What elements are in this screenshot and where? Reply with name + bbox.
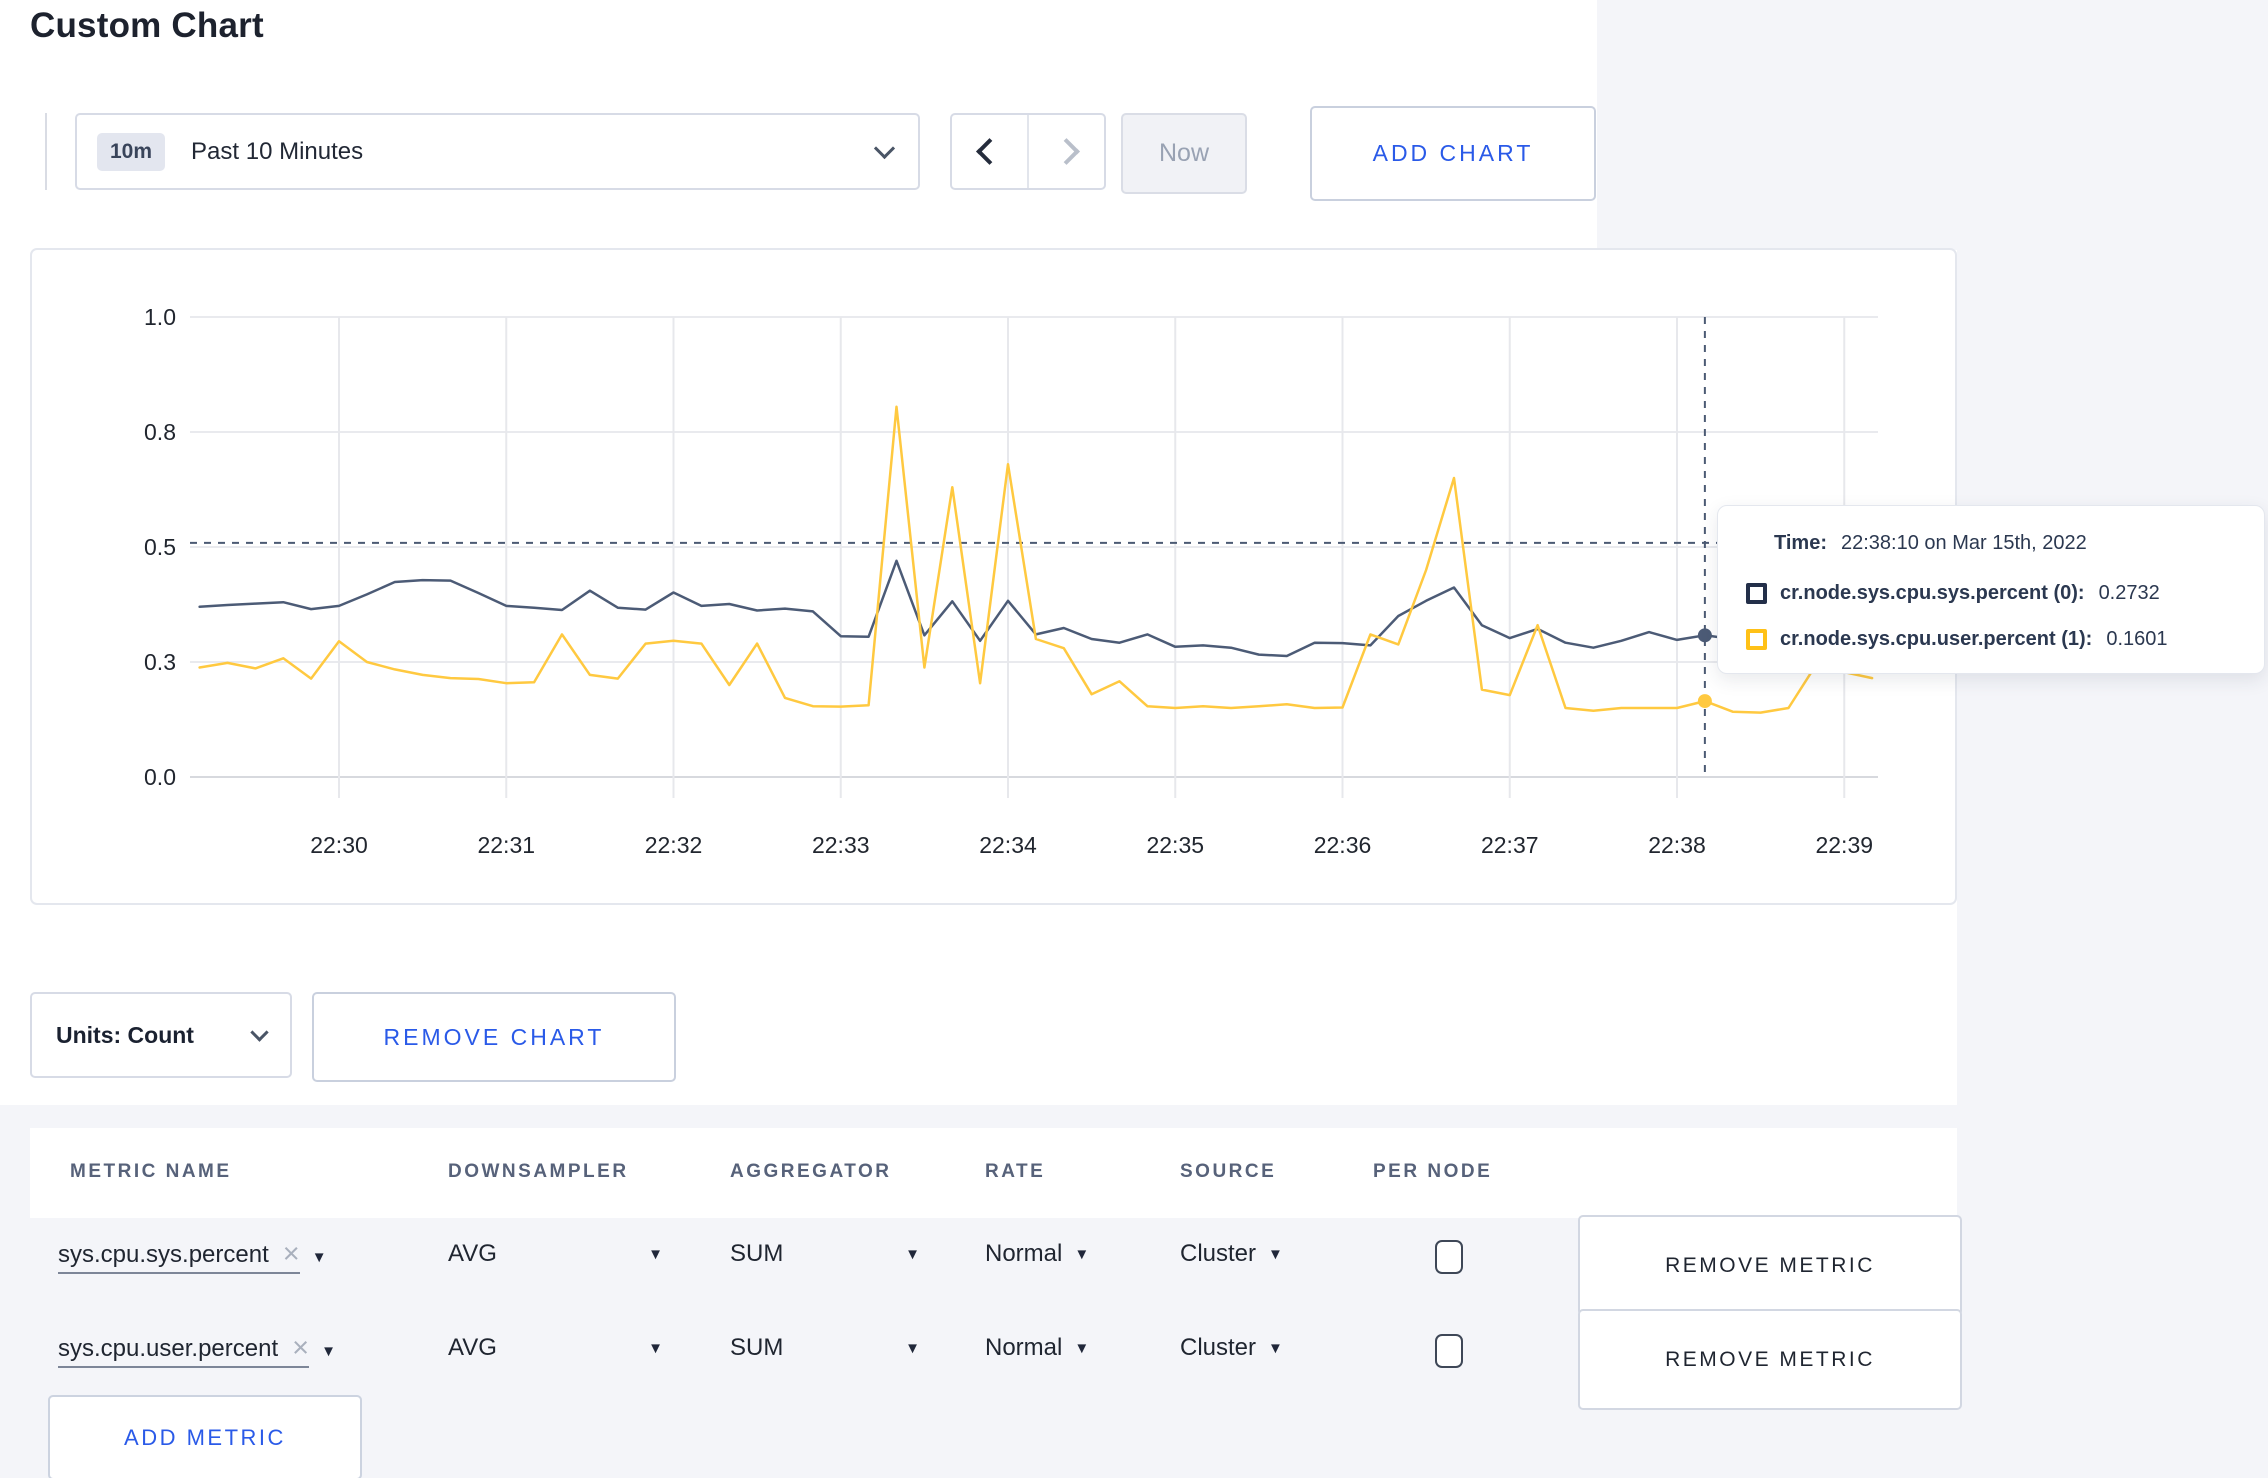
units-select[interactable]: Units: Count (30, 992, 292, 1078)
metric-name-select[interactable]: sys.cpu.user.percent × ▼ (58, 1334, 336, 1368)
table-header-aggregator: AGGREGATOR (730, 1161, 892, 1182)
add-metric-button[interactable]: ADD METRIC (48, 1395, 362, 1478)
tooltip-time-row: Time: 22:38:10 on Mar 15th, 2022 (1774, 532, 2087, 555)
caret-down-icon: ▼ (905, 1245, 920, 1263)
time-range-label: Past 10 Minutes (191, 137, 364, 165)
source-value: Cluster (1180, 1334, 1257, 1361)
table-header-rate: RATE (985, 1161, 1046, 1182)
downsampler-select[interactable]: AVG ▼ (448, 1240, 663, 1268)
series-swatch-sys (1746, 583, 1767, 604)
tooltip-series-row: cr.node.sys.cpu.sys.percent (0): 0.2732 (1746, 582, 2160, 605)
remove-metric-button[interactable]: REMOVE METRIC (1578, 1309, 1962, 1410)
caret-down-icon: ▼ (1074, 1245, 1090, 1263)
downsampler-select[interactable]: AVG ▼ (448, 1334, 663, 1362)
units-label: Units: Count (56, 1021, 194, 1048)
source-select[interactable]: Cluster ▼ (1180, 1240, 1283, 1268)
caret-down-icon: ▼ (1074, 1339, 1090, 1357)
custom-chart-page: Custom Chart 10m Past 10 Minutes Now ADD… (0, 0, 2268, 1478)
tooltip-time-label: Time: (1774, 532, 1827, 554)
source-select[interactable]: Cluster ▼ (1180, 1334, 1283, 1362)
chart-panel[interactable] (30, 248, 1957, 905)
downsampler-value: AVG (448, 1240, 497, 1267)
rate-value: Normal (985, 1334, 1063, 1361)
tooltip-series-value: 0.1601 (2106, 628, 2168, 650)
metrics-table-header: METRIC NAME DOWNSAMPLER AGGREGATOR RATE … (30, 1128, 1957, 1218)
time-step-buttons (950, 113, 1106, 190)
metric-row: sys.cpu.user.percent × ▼ AVG ▼ SUM ▼ Nor… (30, 1306, 1962, 1410)
caret-down-icon: ▼ (648, 1245, 663, 1263)
table-header-source: SOURCE (1180, 1161, 1277, 1182)
caret-down-icon: ▼ (648, 1339, 663, 1357)
tooltip-series-row: cr.node.sys.cpu.user.percent (1): 0.1601 (1746, 628, 2168, 651)
table-header-metric-name: METRIC NAME (70, 1161, 232, 1182)
caret-down-icon: ▼ (1268, 1245, 1283, 1263)
remove-metric-button[interactable]: REMOVE METRIC (1578, 1215, 1962, 1316)
chevron-down-icon (873, 137, 896, 160)
rate-select[interactable]: Normal ▼ (985, 1240, 1089, 1268)
caret-down-icon: ▼ (1268, 1339, 1283, 1357)
chart-tooltip: Time: 22:38:10 on Mar 15th, 2022 cr.node… (1717, 505, 2265, 674)
rate-select[interactable]: Normal ▼ (985, 1334, 1089, 1362)
aggregator-value: SUM (730, 1240, 784, 1267)
per-node-checkbox[interactable] (1435, 1334, 1463, 1368)
tooltip-series-value: 0.2732 (2098, 582, 2160, 604)
rate-value: Normal (985, 1240, 1063, 1267)
per-node-checkbox[interactable] (1435, 1240, 1463, 1274)
time-range-badge: 10m (97, 132, 166, 171)
chevron-right-icon (1053, 138, 1080, 165)
aggregator-select[interactable]: SUM ▼ (730, 1334, 920, 1362)
metric-name: sys.cpu.sys.percent (58, 1240, 269, 1268)
toolbar-divider (45, 113, 47, 190)
tooltip-time-value: 22:38:10 on Mar 15th, 2022 (1840, 532, 2087, 554)
aggregator-value: SUM (730, 1334, 784, 1361)
remove-x-icon[interactable]: × (283, 1240, 300, 1269)
source-value: Cluster (1180, 1240, 1257, 1267)
downsampler-value: AVG (448, 1334, 497, 1361)
caret-down-icon: ▼ (311, 1248, 327, 1266)
aggregator-select[interactable]: SUM ▼ (730, 1240, 920, 1268)
metric-row: sys.cpu.sys.percent × ▼ AVG ▼ SUM ▼ Norm… (30, 1212, 1962, 1316)
prev-time-button[interactable] (952, 115, 1029, 188)
remove-x-icon[interactable]: × (292, 1334, 309, 1363)
page-title: Custom Chart (30, 6, 264, 45)
table-header-downsampler: DOWNSAMPLER (448, 1161, 629, 1182)
metric-name-select[interactable]: sys.cpu.sys.percent × ▼ (58, 1240, 327, 1274)
caret-down-icon: ▼ (905, 1339, 920, 1357)
add-chart-button[interactable]: ADD CHART (1310, 106, 1596, 201)
remove-chart-button[interactable]: REMOVE CHART (312, 992, 676, 1082)
caret-down-icon: ▼ (321, 1342, 336, 1360)
tooltip-series-label: cr.node.sys.cpu.user.percent (1): (1780, 628, 2093, 650)
chevron-down-icon (250, 1022, 269, 1042)
metric-name: sys.cpu.user.percent (58, 1334, 279, 1362)
table-header-per-node: PER NODE (1373, 1161, 1493, 1182)
now-button[interactable]: Now (1121, 113, 1247, 194)
chevron-left-icon (976, 138, 1003, 165)
next-time-button[interactable] (1029, 115, 1104, 188)
tooltip-series-label: cr.node.sys.cpu.sys.percent (0): (1780, 582, 2085, 604)
series-swatch-user (1746, 629, 1767, 650)
time-range-select[interactable]: 10m Past 10 Minutes (75, 113, 920, 190)
